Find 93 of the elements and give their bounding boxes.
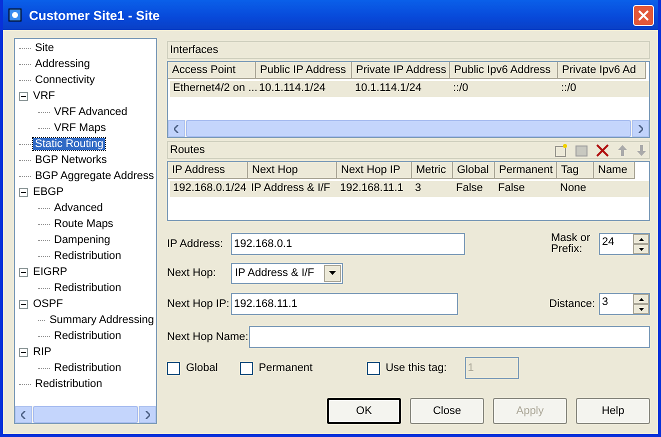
ip-address-field[interactable]: 192.168.0.1 [231,233,465,255]
field-label: Next Hop IP: [167,298,227,310]
table-row[interactable]: 192.168.0.1/24 IP Address & I/F 192.168.11.1 3 False False None [170,181,649,197]
tree-item[interactable]: BGP Aggregate Address [32,170,156,182]
tree-item[interactable]: VRF Maps [52,122,108,134]
collapse-icon[interactable] [19,348,28,356]
column-header[interactable]: Public IP Address [256,62,352,79]
group-title: Routes [170,144,205,156]
tree-item[interactable]: EBGP [31,186,66,198]
table-cell-text: 10.1.114.1/24 [258,81,326,96]
spin-down-icon[interactable] [638,308,644,310]
tree-item[interactable]: VRF Advanced [52,106,130,118]
column-header[interactable]: Private IP Address [352,62,450,79]
column-header[interactable]: Next Hop [248,162,337,179]
checkbox[interactable] [240,362,253,374]
column-header[interactable]: Metric [412,162,453,179]
next-hop-ip-field[interactable]: 192.168.11.1 [231,293,458,315]
horizontal-scrollbar[interactable] [168,120,649,137]
table-cell-text: None [559,181,588,196]
delete-icon[interactable] [596,144,609,156]
collapse-icon[interactable] [19,300,28,308]
tree-item[interactable]: Redistribution [52,330,124,342]
column-header[interactable]: Public Ipv6 Address [450,62,558,79]
dialog-button[interactable]: Help [576,398,650,424]
collapse-icon[interactable] [19,188,28,196]
spin-up-icon[interactable] [638,298,644,300]
column-header[interactable]: Access Point [168,62,256,79]
tree-item[interactable]: Dampening [52,234,112,246]
tree-item[interactable]: OSPF [31,298,65,310]
table-cell-text: False [455,181,484,196]
table-cell-text: 192.168.0.1/24 [172,181,248,196]
next-hop-dropdown[interactable]: IP Address & I/F [231,262,343,284]
field-label: Next Hop Name: [167,332,245,342]
table-cell-text: Ethernet4/2 on ... [172,81,256,96]
field-label: Distance: [549,298,595,310]
tree-item[interactable]: BGP Networks [33,154,109,166]
new-icon[interactable] [554,144,567,156]
collapse-icon[interactable] [19,268,28,276]
table-cell-text: False [497,181,526,196]
dropdown-icon [329,271,336,275]
tree-item[interactable]: Addressing [33,58,92,70]
dialog-button[interactable]: OK [327,398,401,424]
field-label: Mask or Prefix: [551,233,592,255]
checkbox-label: Permanent [258,362,313,374]
table-cell-text: IP Address & I/F [250,181,332,196]
scroll-right-icon[interactable] [145,410,150,418]
tree-item[interactable]: Site [33,42,56,54]
window-title: Customer Site1 - Site [29,8,161,22]
spin-up-icon[interactable] [638,238,644,240]
tree-item[interactable]: Route Maps [52,218,116,230]
table-cell-text: 10.1.114.1/24 [354,81,422,96]
tree-item[interactable]: VRF [31,90,57,102]
table-cell-text: ::/0 [560,81,578,96]
next-hop-name-field[interactable] [249,326,650,348]
tree-item[interactable]: Redistribution [52,362,124,374]
spin-down-icon[interactable] [638,248,644,250]
tree-item[interactable]: Connectivity [33,74,97,86]
horizontal-scrollbar[interactable] [15,406,156,423]
field-label: Next Hop: [167,268,217,278]
column-header[interactable]: Tag [557,162,594,179]
close-button[interactable] [633,4,654,26]
network-icon [7,7,23,23]
column-header[interactable]: Next Hop IP [337,162,412,179]
scroll-left-icon[interactable] [21,410,26,418]
column-header[interactable]: IP Address [168,162,248,179]
spinner-field[interactable]: 3 [599,293,650,315]
column-header[interactable]: Global [453,162,495,179]
column-header[interactable]: Name [594,162,635,179]
tree-item[interactable]: RIP [31,346,54,358]
scroll-right-icon[interactable] [638,124,643,132]
tree-item[interactable]: Redistribution [52,250,124,262]
table-cell-text: 192.168.11.1 [339,181,404,196]
checkbox-label: Global [186,362,218,374]
column-header[interactable]: Private Ipv6 Ad [558,62,646,79]
tree-item[interactable]: Redistribution [33,378,104,390]
checkbox-label: Use this tag: [386,362,447,374]
tree-item[interactable]: Static Routing [33,138,106,150]
spinner-field[interactable]: 24 [599,233,650,255]
column-header[interactable]: Permanent [495,162,557,179]
table-row[interactable]: Ethernet4/2 on ...10.1.114.1/24 10.1.114.1/24 ::/0 ::/0 [170,81,649,97]
tree-item[interactable]: Redistribution [52,282,124,294]
close-icon [638,10,649,20]
table-cell-text: 3 [414,181,422,196]
table-cell-text: ::/0 [452,81,470,96]
tree-item[interactable]: Advanced [52,202,105,214]
checkbox[interactable] [167,362,180,374]
field-label: IP Address: [167,238,224,250]
tree-item[interactable]: EIGRP [31,266,70,278]
group-title: Interfaces [170,44,218,56]
dialog-button[interactable]: Close [410,398,484,424]
scroll-left-icon[interactable] [174,124,179,132]
tree-item[interactable]: Summary Addressing [47,314,156,326]
collapse-icon[interactable] [19,92,28,100]
